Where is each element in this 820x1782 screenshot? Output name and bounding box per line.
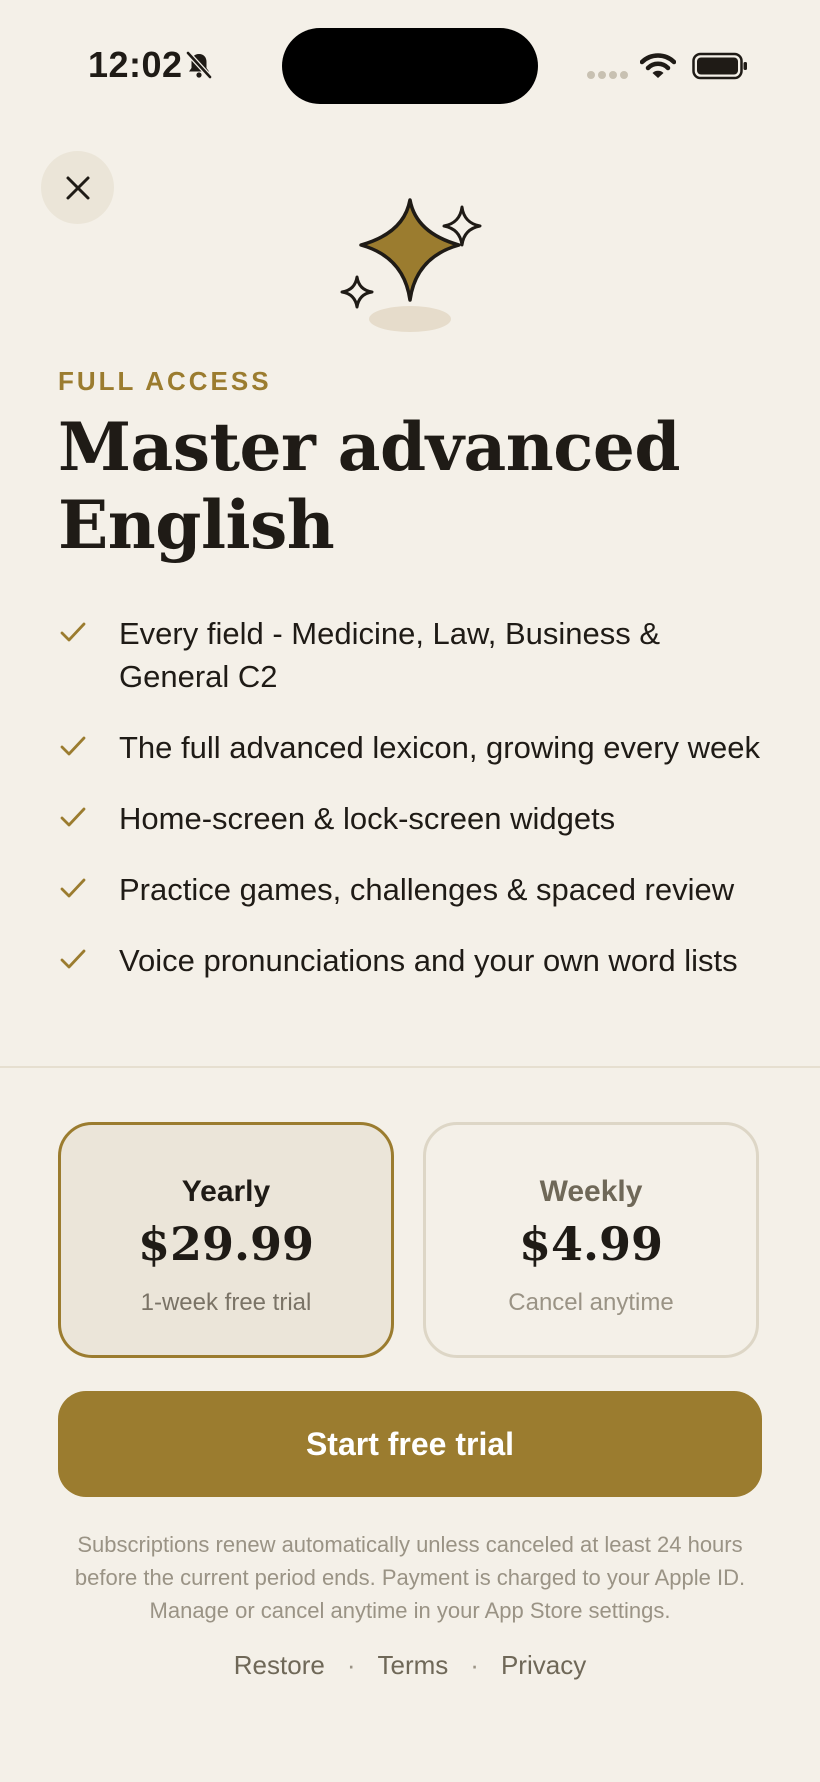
footer-links: Restore · Terms · Privacy (0, 1650, 820, 1681)
cellular-signal-icon (587, 71, 628, 79)
link-separator: · (346, 1650, 356, 1680)
checkmark-icon (60, 622, 86, 642)
feature-text: Voice pronunciations and your own word l… (119, 943, 738, 978)
checkmark-icon (60, 736, 86, 756)
bell-slash-icon (186, 51, 212, 79)
status-bar: 12:02 (0, 0, 820, 130)
feature-item: Every field - Medicine, Law, Business & … (58, 612, 778, 698)
checkmark-icon (60, 949, 86, 969)
close-icon (66, 176, 89, 199)
start-free-trial-button[interactable]: Start free trial (58, 1391, 762, 1497)
sparkles-icon (340, 198, 482, 332)
feature-text: Practice games, challenges & spaced revi… (119, 872, 735, 907)
plan-price: $29.99 (137, 1217, 315, 1271)
plan-note: 1-week free trial (140, 1289, 312, 1316)
checkmark-icon (60, 878, 86, 898)
panel-divider (0, 1066, 820, 1068)
restore-link[interactable]: Restore (234, 1650, 325, 1680)
feature-text: Every field - Medicine, Law, Business & … (119, 616, 661, 694)
status-time: 12:02 (88, 44, 183, 85)
feature-list: Every field - Medicine, Law, Business & … (58, 612, 778, 982)
checkmark-icon (60, 807, 86, 827)
feature-item: Home-screen & lock-screen widgets (58, 797, 778, 840)
plan-note: Cancel anytime (508, 1289, 674, 1316)
dynamic-island (282, 28, 538, 104)
plan-name: Yearly (181, 1175, 271, 1208)
feature-text: The full advanced lexicon, growing every… (119, 730, 761, 765)
plan-price: $4.99 (518, 1217, 664, 1271)
privacy-link[interactable]: Privacy (501, 1650, 586, 1680)
feature-item: Voice pronunciations and your own word l… (58, 939, 778, 982)
link-separator: · (470, 1650, 479, 1680)
battery-icon (692, 52, 747, 80)
feature-text: Home-screen & lock-screen widgets (119, 801, 616, 836)
plan-yearly-card[interactable]: Yearly $29.99 1-week free trial (58, 1122, 394, 1358)
page-title: Master advanced English (58, 408, 681, 564)
feature-item: The full advanced lexicon, growing every… (58, 726, 778, 769)
close-button[interactable] (41, 151, 114, 224)
wifi-icon (640, 53, 676, 78)
plan-name: Weekly (539, 1175, 643, 1208)
eyebrow-label: FULL ACCESS (58, 366, 272, 396)
legal-disclaimer: Subscriptions renew automatically unless… (74, 1532, 746, 1623)
feature-item: Practice games, challenges & spaced revi… (58, 868, 778, 911)
plan-weekly-card[interactable]: Weekly $4.99 Cancel anytime (423, 1122, 759, 1358)
terms-link[interactable]: Terms (378, 1650, 449, 1680)
